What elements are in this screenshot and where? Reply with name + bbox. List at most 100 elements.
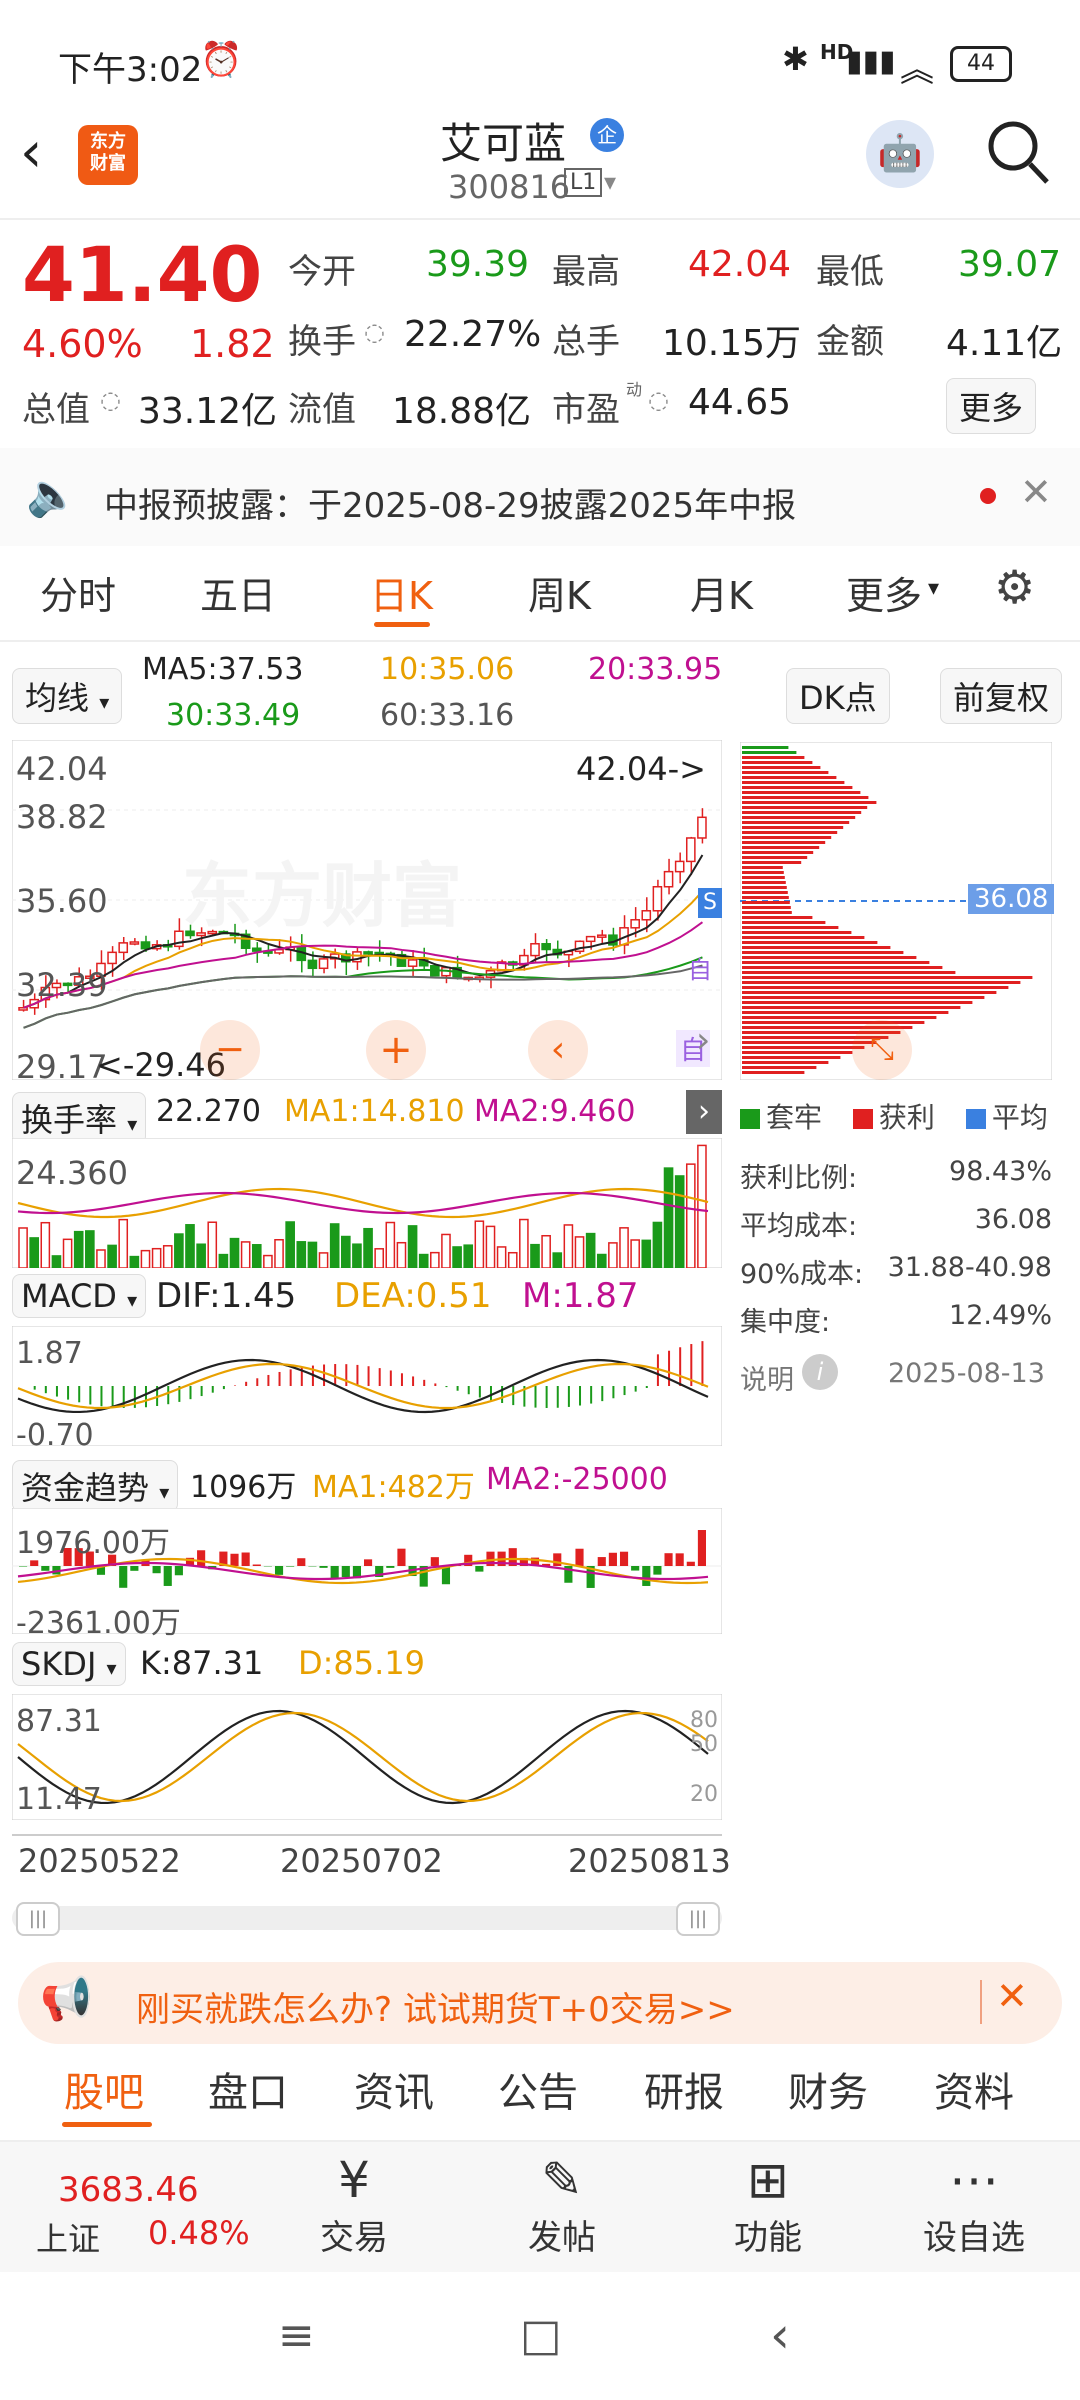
dk-point-button[interactable]: DK点: [786, 668, 890, 724]
chip-bar: [742, 761, 813, 764]
range-right-handle[interactable]: |||: [676, 1902, 720, 1936]
turnover-bar: [574, 1236, 585, 1268]
range-left-handle[interactable]: |||: [16, 1902, 60, 1936]
turnover-bar: [151, 1247, 162, 1268]
legend-avg: 平均: [991, 1101, 1048, 1134]
info-icon[interactable]: ◌: [648, 386, 669, 414]
chip-bar: [742, 861, 802, 864]
close-icon[interactable]: ✕: [1020, 470, 1052, 514]
search-icon[interactable]: [985, 118, 1051, 192]
turnover-bar: [385, 1221, 396, 1268]
ma-selector-label: 均线: [25, 679, 90, 717]
chip-stat-label: 集中度:: [740, 1307, 831, 1338]
chip-bar: [742, 931, 852, 934]
panel-scroll-button[interactable]: ›: [686, 1090, 722, 1134]
chevron-down-icon[interactable]: ▾: [928, 576, 939, 601]
chip-bar: [742, 766, 821, 769]
tab-more[interactable]: 更多: [846, 565, 922, 620]
zoom-in-icon[interactable]: +: [366, 1020, 426, 1080]
ad-text[interactable]: 刚买就跌怎么办? 试试期货T+0交易>>: [136, 1982, 735, 2031]
turnover-bar: [363, 1227, 373, 1268]
turnover-bar: [251, 1244, 262, 1268]
tab-monthly-k[interactable]: 月K: [690, 565, 753, 620]
info-icon[interactable]: ◌: [100, 386, 121, 414]
tab-announcements[interactable]: 公告: [498, 2060, 578, 2118]
back-icon[interactable]: ‹: [770, 2306, 790, 2364]
candle: [140, 941, 151, 950]
notice-text[interactable]: 中报预披露：于2025-08-29披露2025年中报: [104, 478, 796, 527]
kline-y2: 38.82: [16, 798, 108, 836]
zoom-out-icon[interactable]: −: [200, 1020, 260, 1080]
home-icon[interactable]: □: [520, 2310, 562, 2361]
price-change: 1.82: [190, 322, 275, 366]
chip-stat-value: 98.43%: [949, 1156, 1052, 1187]
fund-selector[interactable]: 资金趋势 ▾: [12, 1460, 179, 1512]
date-label-mid: 20250702: [280, 1842, 443, 1880]
tab-research[interactable]: 研报: [644, 2060, 724, 2118]
avg-cost-tag: 36.08: [968, 884, 1055, 914]
nav-functions-label: 功能: [734, 2218, 802, 2258]
turnover-label: 换手: [288, 322, 356, 362]
range-scrollbar[interactable]: [12, 1906, 722, 1930]
sell-badge[interactable]: S: [698, 888, 722, 918]
next-icon[interactable]: ›: [696, 1020, 710, 1061]
nav-post[interactable]: ✎ 发帖: [492, 2150, 632, 2259]
turnover-value: 22.27%: [404, 314, 542, 355]
nav-functions[interactable]: ⊞ 功能: [698, 2150, 838, 2259]
tab-news[interactable]: 资讯: [354, 2060, 434, 2118]
chip-bar: [742, 996, 985, 999]
fund-bar: [653, 1566, 662, 1575]
fund-bar: [608, 1552, 617, 1566]
candle: [596, 934, 607, 938]
skdj-chart[interactable]: [12, 1694, 722, 1820]
gear-icon[interactable]: ⚙: [994, 560, 1035, 614]
turnover-bar: [585, 1232, 596, 1268]
candle: [185, 930, 195, 937]
robot-avatar[interactable]: 🤖: [866, 120, 934, 188]
fund-bar: [197, 1550, 206, 1566]
tab-weekly-k[interactable]: 周K: [528, 565, 591, 620]
app-logo[interactable]: 东方 财富: [78, 125, 138, 185]
tab-intraday[interactable]: 分时: [40, 565, 116, 620]
chip-bar: [742, 851, 814, 854]
menu-icon[interactable]: ≡: [278, 2310, 315, 2361]
tab-5day[interactable]: 五日: [200, 565, 276, 620]
info-icon[interactable]: i: [802, 1354, 838, 1390]
nav-add-watchlist[interactable]: ⋯ 设自选: [904, 2150, 1044, 2259]
prev-icon[interactable]: ‹: [528, 1020, 588, 1080]
turnover-bar: [85, 1230, 95, 1268]
index-name[interactable]: 上证: [36, 2214, 100, 2260]
tab-orderbook[interactable]: 盘口: [208, 2060, 288, 2118]
back-button[interactable]: ‹: [20, 120, 42, 185]
macd-selector[interactable]: MACD ▾: [12, 1274, 147, 1318]
chip-stat-value: 36.08: [974, 1204, 1052, 1235]
tab-finance[interactable]: 财务: [788, 2060, 868, 2118]
chip-bar: [742, 811, 862, 814]
ma5-value: MA5:37.53: [142, 652, 304, 687]
macd-chart[interactable]: [12, 1326, 722, 1446]
tab-forum[interactable]: 股吧: [64, 2060, 144, 2118]
turnover-bar: [96, 1249, 106, 1268]
adjust-button[interactable]: 前复权: [940, 668, 1063, 724]
skdj-selector[interactable]: SKDJ ▾: [12, 1642, 126, 1686]
kline-chart[interactable]: 东方财富: [12, 740, 722, 1080]
fund-bar: [252, 1564, 261, 1566]
info-icon[interactable]: ◌: [364, 318, 385, 346]
self-badge[interactable]: 自: [688, 950, 712, 985]
turnover-selector[interactable]: 换手率 ▾: [12, 1092, 147, 1144]
tab-profile[interactable]: 资料: [934, 2060, 1014, 2118]
chevron-down-icon[interactable]: ▾: [604, 168, 616, 196]
expand-icon[interactable]: ⤡: [852, 1020, 912, 1080]
close-icon[interactable]: ✕: [996, 1974, 1028, 2018]
index-pct[interactable]: 0.48%: [148, 2214, 250, 2252]
ma-selector[interactable]: 均线 ▾: [12, 668, 123, 724]
chip-bar: [742, 891, 788, 894]
level-badge[interactable]: L1: [564, 168, 603, 197]
index-value[interactable]: 3683.46: [58, 2170, 199, 2210]
legend-profit: 获利: [878, 1101, 935, 1134]
tab-daily-k[interactable]: 日K: [370, 565, 433, 620]
turnover-bar: [641, 1239, 652, 1268]
nav-trade[interactable]: ¥ 交易: [284, 2150, 424, 2259]
more-button[interactable]: 更多: [946, 378, 1037, 434]
turnover-bar: [118, 1218, 129, 1268]
